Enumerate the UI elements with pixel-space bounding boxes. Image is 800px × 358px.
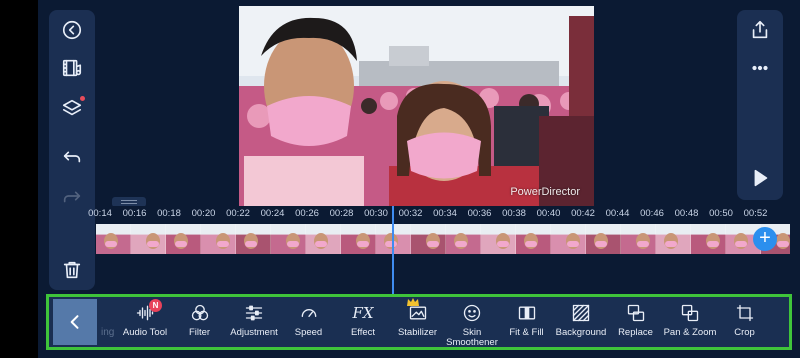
timeline-tick: 00:40 (536, 208, 561, 219)
back-circle-icon[interactable] (49, 12, 95, 48)
right-toolbar (737, 10, 783, 200)
timeline-tick: 00:42 (571, 208, 595, 219)
watermark: PowerDirector (510, 186, 580, 198)
timeline-ruler[interactable]: 00:14 00:16 00:18 00:20 00:22 00:24 00:26 00:28… (88, 206, 800, 224)
video-preview[interactable]: PowerDirector (239, 6, 594, 206)
video-frame-image (239, 6, 594, 206)
fx-glyph: FX (352, 304, 374, 322)
add-clip-button[interactable]: + (753, 227, 777, 251)
timeline-tick: 00:28 (329, 208, 354, 219)
filmstrip-frame (446, 224, 481, 254)
play-icon[interactable] (737, 160, 783, 196)
tool-label: Fit & Fill (509, 327, 544, 338)
filmstrip-frame (516, 224, 551, 254)
filmstrip-frame (551, 224, 586, 254)
tool-label: Filter (188, 327, 211, 338)
pan-zoom-icon (680, 302, 700, 324)
tool-label: Crop (734, 327, 755, 338)
fit-fill-icon (517, 302, 537, 324)
filmstrip-frame (201, 224, 236, 254)
collapse-back-button[interactable] (53, 299, 97, 345)
timeline-tick: 00:14 (88, 208, 112, 219)
tool-label: Effect (350, 327, 376, 338)
timeline-tick: 00:30 (364, 208, 388, 219)
filmstrip-frame (586, 224, 621, 254)
tool-label: Audio Tool (122, 327, 168, 338)
tool-label: Speed (294, 327, 323, 338)
timeline-tick: 00:36 (467, 208, 492, 219)
export-icon[interactable] (737, 12, 783, 48)
timeline-tick: 00:20 (191, 208, 216, 219)
undo-icon[interactable] (49, 138, 95, 174)
media-library-icon[interactable] (49, 50, 95, 86)
face-icon (462, 302, 482, 324)
timeline-tick: 00:16 (122, 208, 147, 219)
sliders-icon (244, 302, 264, 324)
filmstrip-frame (271, 224, 306, 254)
filmstrip-frame (166, 224, 201, 254)
timeline-tick: 00:48 (674, 208, 699, 219)
timeline-tick: 00:34 (433, 208, 457, 219)
tool-label: Pan & Zoom (663, 327, 717, 338)
premium-crown-icon (406, 298, 419, 306)
crop-icon (735, 302, 755, 324)
filmstrip-frame (656, 224, 691, 254)
filmstrip-frame (341, 224, 376, 254)
timeline-tick: 00:44 (605, 208, 630, 219)
left-black-bar (0, 0, 38, 358)
timeline-tick: 00:18 (157, 208, 181, 219)
filmstrip-frame (691, 224, 726, 254)
timeline-tick: 00:38 (502, 208, 526, 219)
timeline-tick: 00:52 (743, 208, 768, 219)
bottom-toolbar: ing Audio Tool N Filter Adjustment Speed FX Ef… (46, 294, 792, 350)
replace-icon (626, 302, 646, 324)
layers-icon[interactable] (49, 90, 95, 126)
tool-crop[interactable]: Crop (712, 302, 778, 348)
timeline-tick: 00:50 (709, 208, 733, 219)
timeline-tick: 00:32 (398, 208, 423, 219)
left-toolbar (49, 10, 95, 290)
filmstrip-frame (411, 224, 446, 254)
new-badge: N (149, 299, 162, 312)
tool-label: Replace (618, 327, 653, 338)
playhead[interactable] (392, 206, 394, 294)
filter-icon (190, 302, 210, 324)
timeline-tick: 00:26 (295, 208, 319, 219)
filmstrip-frame (131, 224, 166, 254)
timeline-tick: 00:24 (260, 208, 285, 219)
filmstrip-frame (481, 224, 516, 254)
speedometer-icon (299, 302, 319, 324)
more-icon[interactable] (737, 50, 783, 86)
tool-label: Stabilizer (397, 327, 438, 338)
timeline-tick: 00:46 (640, 208, 664, 219)
fx-icon: FX (352, 302, 373, 324)
notification-dot (80, 96, 85, 101)
filmstrip-frame (96, 224, 131, 254)
delete-icon[interactable] (49, 252, 95, 288)
video-track[interactable] (96, 224, 790, 254)
timeline-tick: 00:22 (226, 208, 250, 219)
filmstrip-frame (236, 224, 271, 254)
tool-label: Background (555, 327, 607, 338)
filmstrip-frame (306, 224, 341, 254)
tool-label: Adjustment (230, 327, 278, 338)
background-icon (571, 302, 591, 324)
filmstrip-frame (621, 224, 656, 254)
tool-label: Skin Smoothener (446, 327, 498, 348)
